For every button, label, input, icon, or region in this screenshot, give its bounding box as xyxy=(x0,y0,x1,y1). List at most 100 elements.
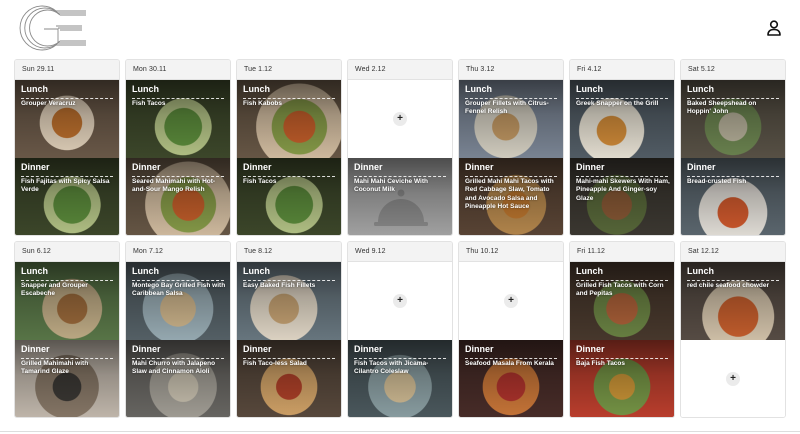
dinner-slot[interactable]: Dinner Fish Taco-less Salad xyxy=(237,340,341,417)
dinner-slot-empty: + xyxy=(681,340,785,417)
dinner-slot[interactable]: Dinner Mahi Mahi Ceviche With Coconut Mi… xyxy=(348,158,452,235)
day-column: Sun 29.11 Lunch Grouper Veracruz Dinner … xyxy=(14,59,120,236)
divider xyxy=(576,98,668,99)
meal-title: Greek Snapper on the Grill xyxy=(576,100,659,107)
meal-type-label: Lunch xyxy=(576,84,603,94)
ge-logo-icon[interactable] xyxy=(14,5,90,51)
meal-type-label: Dinner xyxy=(465,344,494,354)
meal-type-label: Dinner xyxy=(354,344,383,354)
user-profile-button[interactable] xyxy=(764,17,784,39)
day-column: Wed 2.12 + Dinner Mahi Mahi Ceviche With… xyxy=(347,59,453,236)
lunch-slot-empty: + xyxy=(348,262,452,340)
top-bar xyxy=(0,0,800,58)
meal-type-label: Dinner xyxy=(21,344,50,354)
bottom-divider xyxy=(0,431,800,432)
divider xyxy=(465,358,557,359)
divider xyxy=(354,176,446,177)
meal-planner-app: Sun 29.11 Lunch Grouper Veracruz Dinner … xyxy=(0,0,800,434)
lunch-slot[interactable]: Lunch Easy Baked Fish Fillets xyxy=(237,262,341,340)
day-date: Fri 4.12 xyxy=(570,60,674,80)
meal-title: Baked Sheepshead on Hoppin' John xyxy=(687,100,757,116)
day-date: Wed 9.12 xyxy=(348,242,452,262)
lunch-slot[interactable]: Lunch red chile seafood chowder xyxy=(681,262,785,340)
meal-type-label: Dinner xyxy=(354,162,383,172)
meal-type-label: Dinner xyxy=(465,162,494,172)
divider xyxy=(687,176,779,177)
lunch-slot[interactable]: Lunch Greek Snapper on the Grill xyxy=(570,80,674,158)
meal-type-label: Lunch xyxy=(132,266,159,276)
lunch-slot[interactable]: Lunch Montego Bay Grilled Fish with Cari… xyxy=(126,262,230,340)
divider xyxy=(21,98,113,99)
day-column: Tue 1.12 Lunch Fish Kabobs Dinner Fish T… xyxy=(236,59,342,236)
lunch-slot[interactable]: Lunch Snapper and Grouper Escabeche xyxy=(15,262,119,340)
lunch-slot-empty: + xyxy=(348,80,452,158)
divider xyxy=(132,176,224,177)
divider xyxy=(354,358,446,359)
meal-type-label: Dinner xyxy=(687,162,716,172)
divider xyxy=(687,98,779,99)
day-column: Sun 6.12 Lunch Snapper and Grouper Escab… xyxy=(14,241,120,418)
dinner-slot[interactable]: Dinner Fish Fajitas with Spicy Salsa Ver… xyxy=(15,158,119,235)
meal-title: Mahi-mahi Skewers With Ham, Pineapple An… xyxy=(576,178,670,202)
day-column: Fri 11.12 Lunch Grilled Fish Tacos with … xyxy=(569,241,675,418)
day-column: Tue 8.12 Lunch Easy Baked Fish Fillets D… xyxy=(236,241,342,418)
lunch-slot[interactable]: Lunch Grouper Veracruz xyxy=(15,80,119,158)
meal-type-label: Dinner xyxy=(132,344,161,354)
meal-title: Easy Baked Fish Fillets xyxy=(243,282,316,289)
day-date: Sun 29.11 xyxy=(15,60,119,80)
meal-title: Baja Fish Tacos xyxy=(576,360,626,367)
lunch-slot[interactable]: Lunch Baked Sheepshead on Hoppin' John xyxy=(681,80,785,158)
meal-title: Grouper Fillets with Citrus-Fennel Relis… xyxy=(465,100,549,116)
dinner-slot[interactable]: Dinner Seafood Masala From Kerala xyxy=(459,340,563,417)
dinner-slot[interactable]: Dinner Fish Tacos xyxy=(237,158,341,235)
divider xyxy=(465,176,557,177)
add-meal-button[interactable]: + xyxy=(504,294,518,308)
user-icon xyxy=(767,20,781,36)
add-meal-button[interactable]: + xyxy=(393,112,407,126)
day-date: Sun 6.12 xyxy=(15,242,119,262)
meal-title: Fish Tacos xyxy=(132,100,166,107)
meal-title: Grilled Fish Tacos with Corn and Pepitas xyxy=(576,282,664,298)
dinner-slot[interactable]: Dinner Mahi Churro with Jalapeno Slaw an… xyxy=(126,340,230,417)
day-column: Wed 9.12 + Dinner Fish Tacos with Jicama… xyxy=(347,241,453,418)
divider xyxy=(21,358,113,359)
day-date: Tue 1.12 xyxy=(237,60,341,80)
meal-title: Seared Mahimahi with Hot-and-Sour Mango … xyxy=(132,178,216,194)
add-meal-button[interactable]: + xyxy=(393,294,407,308)
lunch-slot[interactable]: Lunch Grouper Fillets with Citrus-Fennel… xyxy=(459,80,563,158)
add-meal-button[interactable]: + xyxy=(726,372,740,386)
meal-title: red chile seafood chowder xyxy=(687,282,769,289)
day-column: Sat 12.12 Lunch red chile seafood chowde… xyxy=(680,241,786,418)
dinner-slot[interactable]: Dinner Grilled Mahimahi with Tamarind Gl… xyxy=(15,340,119,417)
dinner-slot[interactable]: Dinner Grilled Mahi Mahi Tacos with Red … xyxy=(459,158,563,235)
meal-type-label: Lunch xyxy=(687,266,714,276)
dinner-slot[interactable]: Dinner Baja Fish Tacos xyxy=(570,340,674,417)
day-column: Thu 10.12 + Dinner Seafood Masala From K… xyxy=(458,241,564,418)
meal-type-label: Dinner xyxy=(21,162,50,172)
divider xyxy=(687,280,779,281)
meal-type-label: Lunch xyxy=(21,84,48,94)
meal-type-label: Lunch xyxy=(465,84,492,94)
meal-title: Fish Taco-less Salad xyxy=(243,360,307,367)
dinner-slot[interactable]: Dinner Mahi-mahi Skewers With Ham, Pinea… xyxy=(570,158,674,235)
day-column: Mon 30.11 Lunch Fish Tacos Dinner Seared… xyxy=(125,59,231,236)
lunch-slot-empty: + xyxy=(459,262,563,340)
meal-type-label: Dinner xyxy=(243,344,272,354)
lunch-slot[interactable]: Lunch Grilled Fish Tacos with Corn and P… xyxy=(570,262,674,340)
meal-title: Fish Tacos with Jicama-Cilantro Coleslaw xyxy=(354,360,429,376)
divider xyxy=(132,98,224,99)
dinner-slot[interactable]: Dinner Seared Mahimahi with Hot-and-Sour… xyxy=(126,158,230,235)
day-date: Tue 8.12 xyxy=(237,242,341,262)
day-column: Thu 3.12 Lunch Grouper Fillets with Citr… xyxy=(458,59,564,236)
divider xyxy=(243,280,335,281)
divider xyxy=(132,280,224,281)
meal-title: Mahi Mahi Ceviche With Coconut Milk xyxy=(354,178,428,194)
dinner-slot[interactable]: Dinner Fish Tacos with Jicama-Cilantro C… xyxy=(348,340,452,417)
meal-type-label: Lunch xyxy=(243,84,270,94)
lunch-slot[interactable]: Lunch Fish Tacos xyxy=(126,80,230,158)
dinner-slot[interactable]: Dinner Bread-crusted Fish xyxy=(681,158,785,235)
meal-title: Seafood Masala From Kerala xyxy=(465,360,554,367)
divider xyxy=(243,98,335,99)
meal-type-label: Lunch xyxy=(132,84,159,94)
lunch-slot[interactable]: Lunch Fish Kabobs xyxy=(237,80,341,158)
